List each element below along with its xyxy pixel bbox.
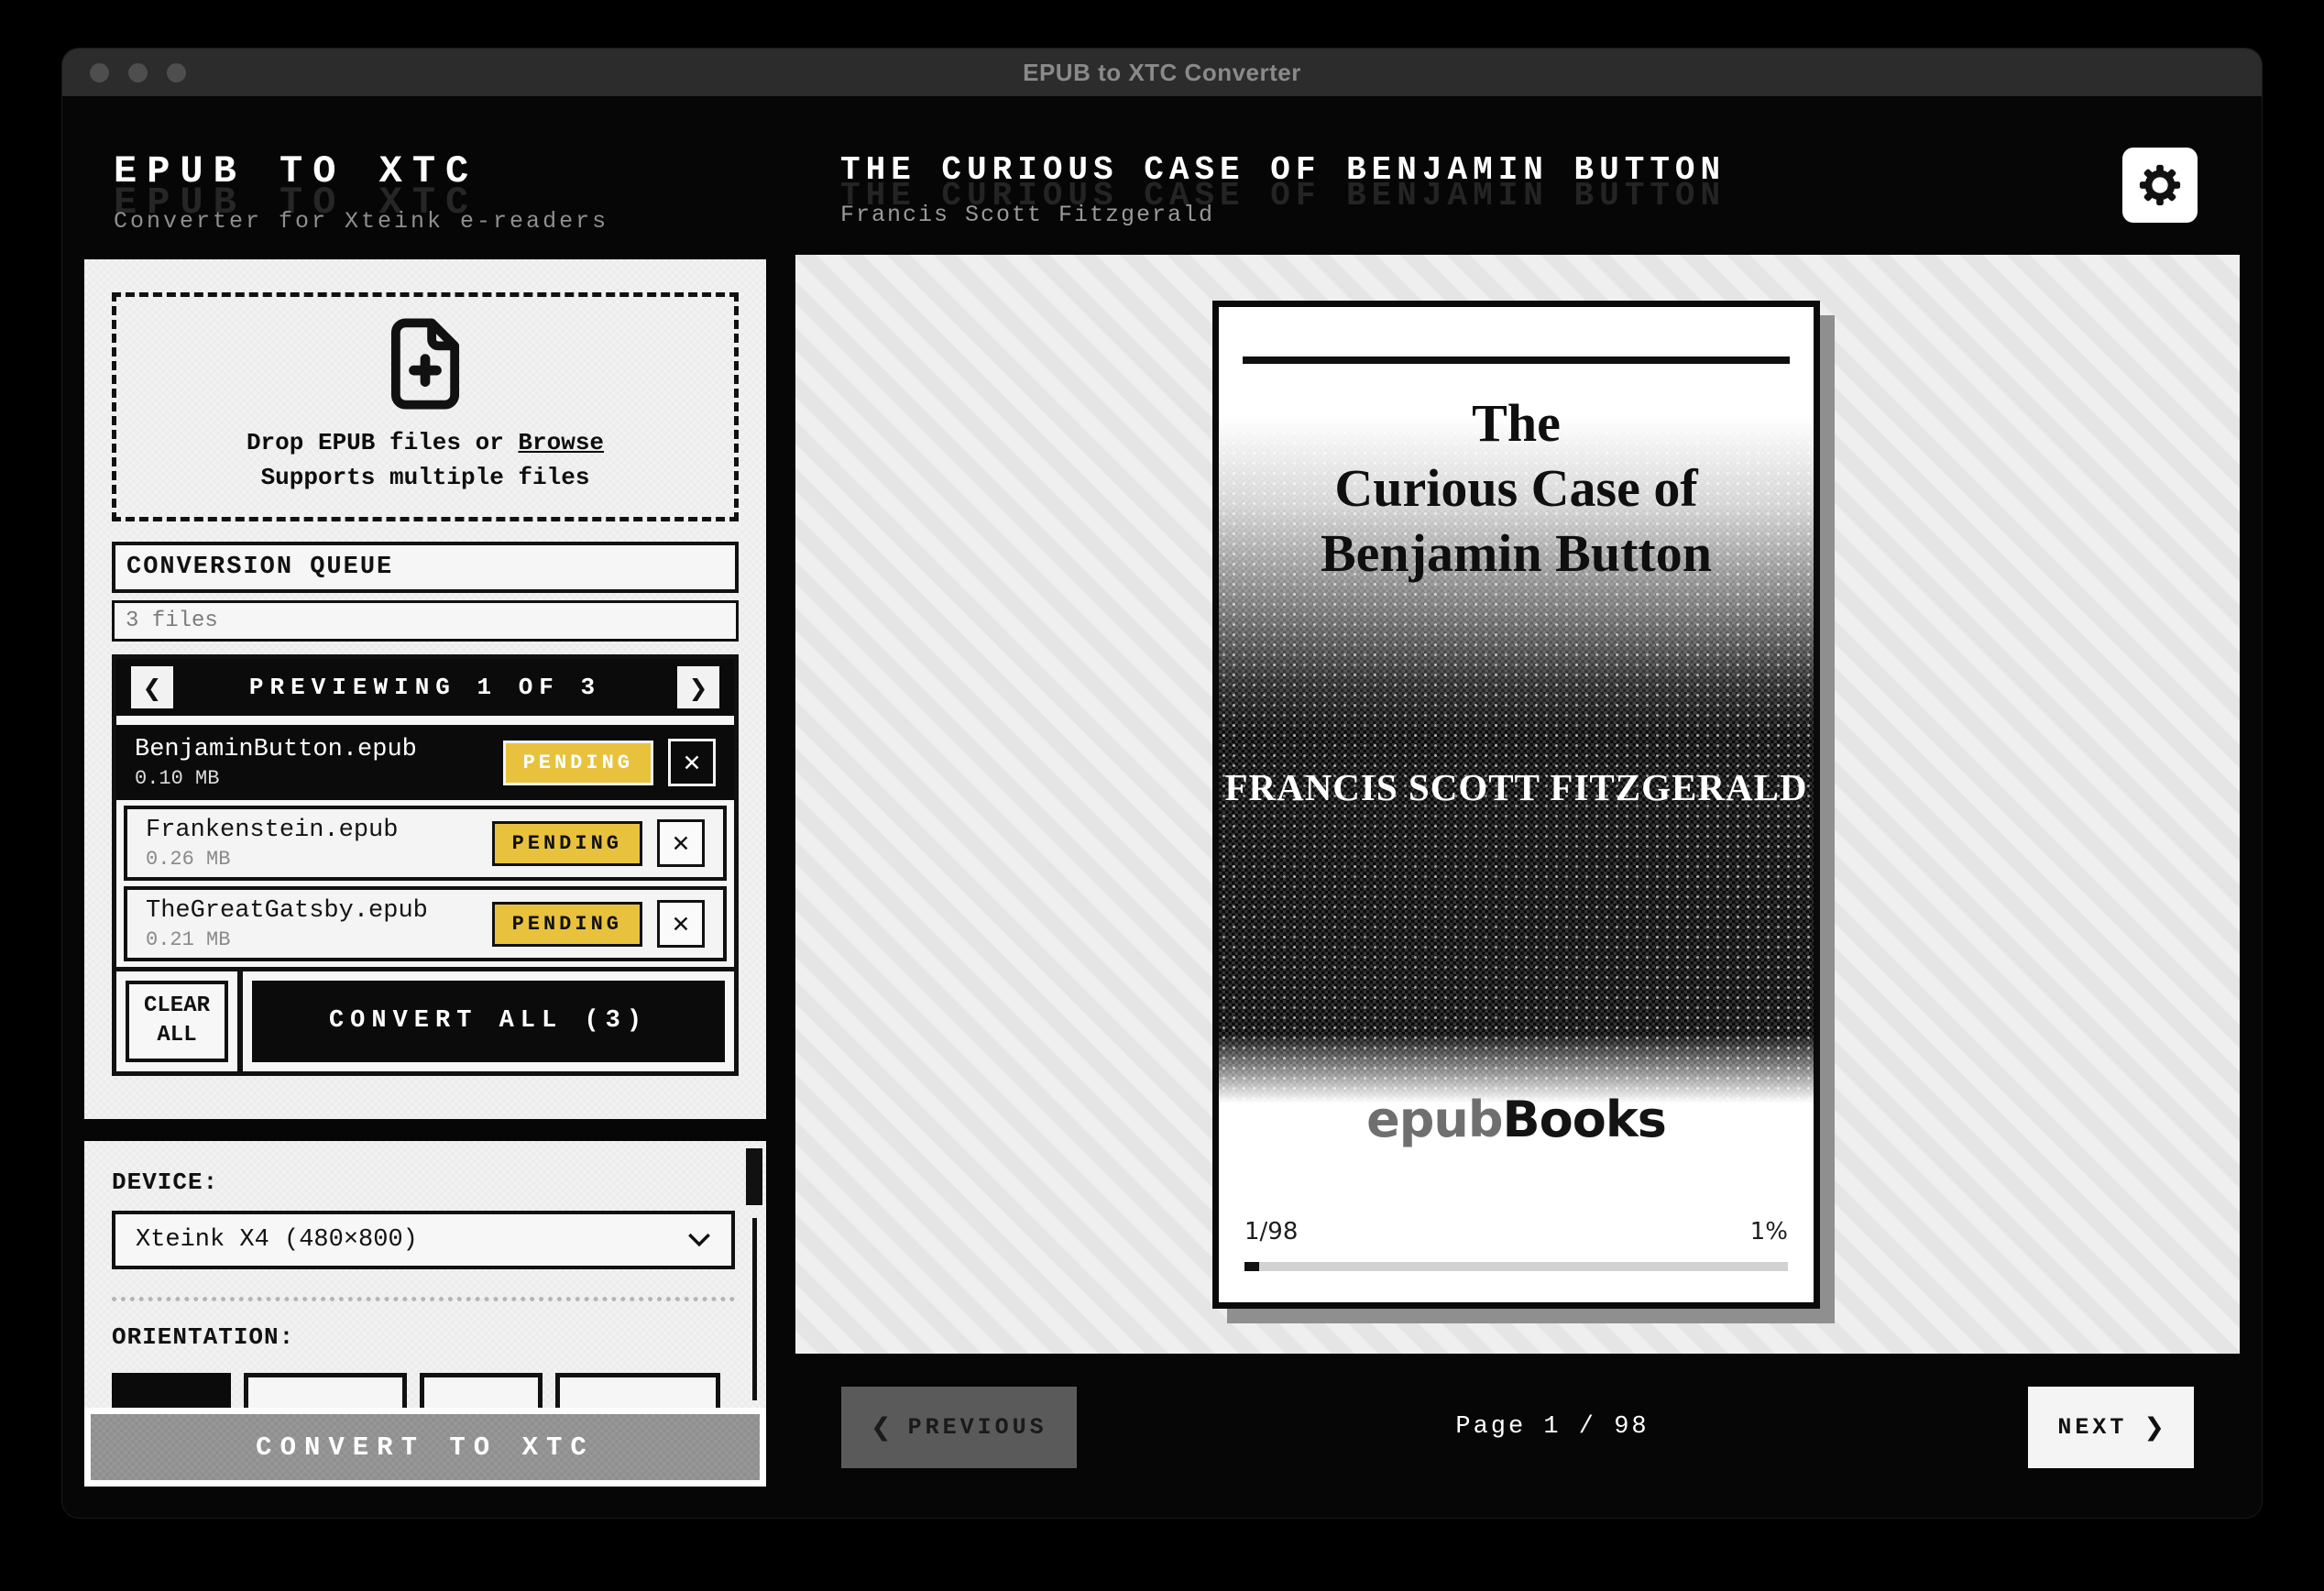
file-name: BenjaminButton.epub bbox=[135, 736, 488, 763]
cover-author: FRANCIS SCOTT FITZGERALD bbox=[1219, 765, 1814, 809]
app-subtitle: Converter for Xteink e-readers bbox=[114, 208, 608, 235]
page-indicator: Page 1 / 98 bbox=[1455, 1413, 1649, 1441]
orientation-option-1[interactable] bbox=[112, 1373, 231, 1408]
page-preview-area: The Curious Case of Benjamin Button FRAN… bbox=[795, 255, 2240, 1354]
remove-file-button[interactable]: ✕ bbox=[657, 819, 705, 867]
settings-panel: DEVICE: Xteink X4 (480×800) ORIENTATION: bbox=[84, 1141, 766, 1408]
settings-divider bbox=[112, 1297, 735, 1301]
next-page-button[interactable]: NEXT ❯ bbox=[2028, 1387, 2194, 1468]
chevron-right-icon: ❯ bbox=[689, 675, 708, 701]
cover-title-line2: Curious Case of bbox=[1334, 458, 1697, 518]
previous-page-button[interactable]: ❮ PREVIOUS bbox=[841, 1387, 1077, 1468]
page-navigation: ❮ PREVIOUS Page 1 / 98 NEXT ❯ bbox=[795, 1386, 2240, 1468]
cover-title-line3: Benjamin Button bbox=[1321, 523, 1712, 583]
file-name: TheGreatGatsby.epub bbox=[146, 897, 477, 925]
preview-nav: ❮ PREVIEWING 1 OF 3 ❯ bbox=[116, 659, 734, 716]
orientation-label: ORIENTATION: bbox=[112, 1323, 735, 1351]
settings-button[interactable] bbox=[2122, 148, 2198, 223]
book-cover-preview: The Curious Case of Benjamin Button FRAN… bbox=[1212, 301, 1820, 1309]
file-size: 0.21 MB bbox=[146, 928, 477, 951]
previous-label: PREVIOUS bbox=[908, 1414, 1047, 1441]
minimize-window-button[interactable] bbox=[128, 63, 148, 82]
file-size: 0.26 MB bbox=[146, 848, 477, 871]
orientation-options bbox=[112, 1373, 735, 1408]
epub-dropzone[interactable]: Drop EPUB files or Browse Supports multi… bbox=[112, 292, 739, 521]
chevron-right-icon: ❯ bbox=[2143, 1413, 2165, 1442]
reader-progress-fill bbox=[1244, 1262, 1259, 1271]
file-info: Frankenstein.epub 0.26 MB bbox=[146, 817, 477, 871]
queue-footer: CLEAR ALL CONVERT ALL (3) bbox=[116, 967, 734, 1071]
convert-all-button[interactable]: CONVERT ALL (3) bbox=[252, 981, 725, 1062]
browse-link[interactable]: Browse bbox=[518, 429, 604, 456]
queue-header: CONVERSION QUEUE bbox=[112, 542, 739, 593]
chevron-left-icon: ❮ bbox=[871, 1413, 892, 1442]
queue-file-count: 3 files bbox=[112, 600, 739, 642]
file-plus-icon bbox=[385, 318, 466, 410]
preview-prev-button[interactable]: ❮ bbox=[131, 666, 173, 708]
preview-next-button[interactable]: ❯ bbox=[677, 666, 719, 708]
close-icon: ✕ bbox=[672, 830, 691, 857]
titlebar: EPUB to XTC Converter bbox=[62, 49, 2262, 96]
device-select-value: Xteink X4 (480×800) bbox=[136, 1226, 418, 1254]
remove-file-button[interactable]: ✕ bbox=[657, 900, 705, 948]
app-title: EPUB TO XTC bbox=[114, 149, 608, 193]
book-title: THE CURIOUS CASE OF BENJAMIN BUTTON bbox=[840, 151, 1726, 189]
file-row-benjaminbutton[interactable]: BenjaminButton.epub 0.10 MB PENDING ✕ bbox=[116, 725, 734, 800]
file-size: 0.10 MB bbox=[135, 767, 488, 790]
publisher-logo-light: epub bbox=[1366, 1091, 1502, 1148]
main-header: THE CURIOUS CASE OF BENJAMIN BUTTON Fran… bbox=[840, 151, 1726, 228]
reader-statusbar: 1/98 1% bbox=[1244, 1218, 1788, 1245]
file-name: Frankenstein.epub bbox=[146, 817, 477, 844]
queue-box: ❮ PREVIEWING 1 OF 3 ❯ BenjaminButton.epu… bbox=[112, 654, 739, 1076]
orientation-option-2[interactable] bbox=[244, 1373, 407, 1408]
next-label: NEXT bbox=[2057, 1414, 2127, 1441]
publisher-logo: epubBooks bbox=[1219, 1091, 1814, 1148]
file-row-thegreatgatsby[interactable]: TheGreatGatsby.epub 0.21 MB PENDING ✕ bbox=[124, 886, 727, 961]
clear-all-button[interactable]: CLEAR ALL bbox=[126, 981, 228, 1062]
cover-title: The Curious Case of Benjamin Button bbox=[1219, 391, 1814, 586]
settings-scrollbar-thumb[interactable] bbox=[746, 1148, 762, 1205]
window-title: EPUB to XTC Converter bbox=[1023, 59, 1301, 87]
chevron-left-icon: ❮ bbox=[143, 675, 162, 701]
convert-to-xtc-button[interactable]: CONVERT TO XTC bbox=[91, 1414, 760, 1480]
file-row-frankenstein[interactable]: Frankenstein.epub 0.26 MB PENDING ✕ bbox=[124, 806, 727, 881]
status-badge: PENDING bbox=[492, 902, 642, 947]
app-window: EPUB to XTC Converter EPUB TO XTC Conver… bbox=[62, 49, 2262, 1518]
dropzone-text: Drop EPUB files or Browse Supports multi… bbox=[247, 426, 604, 495]
reader-page-counter: 1/98 bbox=[1244, 1218, 1298, 1245]
queue-panel: Drop EPUB files or Browse Supports multi… bbox=[84, 259, 766, 1119]
orientation-option-3[interactable] bbox=[420, 1373, 543, 1408]
dropzone-line2: Supports multiple files bbox=[261, 464, 590, 491]
device-label: DEVICE: bbox=[112, 1169, 735, 1196]
traffic-lights bbox=[90, 49, 186, 96]
publisher-logo-bold: Books bbox=[1502, 1091, 1665, 1148]
book-author: Francis Scott Fitzgerald bbox=[840, 202, 1726, 228]
preview-nav-label: PREVIEWING 1 OF 3 bbox=[249, 674, 601, 701]
file-info: TheGreatGatsby.epub 0.21 MB bbox=[146, 897, 477, 951]
close-icon: ✕ bbox=[683, 750, 702, 776]
status-badge: PENDING bbox=[492, 821, 642, 866]
file-list: BenjaminButton.epub 0.10 MB PENDING ✕ Fr… bbox=[116, 716, 734, 961]
sidebar-header: EPUB TO XTC Converter for Xteink e-reade… bbox=[114, 149, 608, 235]
convert-bar: CONVERT TO XTC bbox=[84, 1408, 766, 1487]
file-info: BenjaminButton.epub 0.10 MB bbox=[135, 736, 488, 790]
queue-footer-right: CONVERT ALL (3) bbox=[243, 971, 734, 1071]
close-icon: ✕ bbox=[672, 911, 691, 938]
dropzone-line1: Drop EPUB files or bbox=[247, 429, 518, 456]
cover-title-line1: The bbox=[1472, 393, 1561, 453]
close-window-button[interactable] bbox=[90, 63, 109, 82]
gear-icon bbox=[2137, 162, 2183, 208]
zoom-window-button[interactable] bbox=[167, 63, 186, 82]
queue-footer-left: CLEAR ALL bbox=[116, 971, 243, 1071]
device-select[interactable]: Xteink X4 (480×800) bbox=[112, 1211, 735, 1269]
settings-scrollbar-track[interactable] bbox=[752, 1218, 757, 1400]
reader-percent: 1% bbox=[1750, 1218, 1788, 1245]
cover-rule bbox=[1243, 357, 1790, 364]
orientation-option-4[interactable] bbox=[555, 1373, 720, 1408]
reader-progress-bar bbox=[1244, 1262, 1788, 1271]
remove-file-button[interactable]: ✕ bbox=[668, 739, 716, 786]
chevron-down-icon bbox=[687, 1233, 711, 1247]
status-badge: PENDING bbox=[503, 741, 653, 785]
